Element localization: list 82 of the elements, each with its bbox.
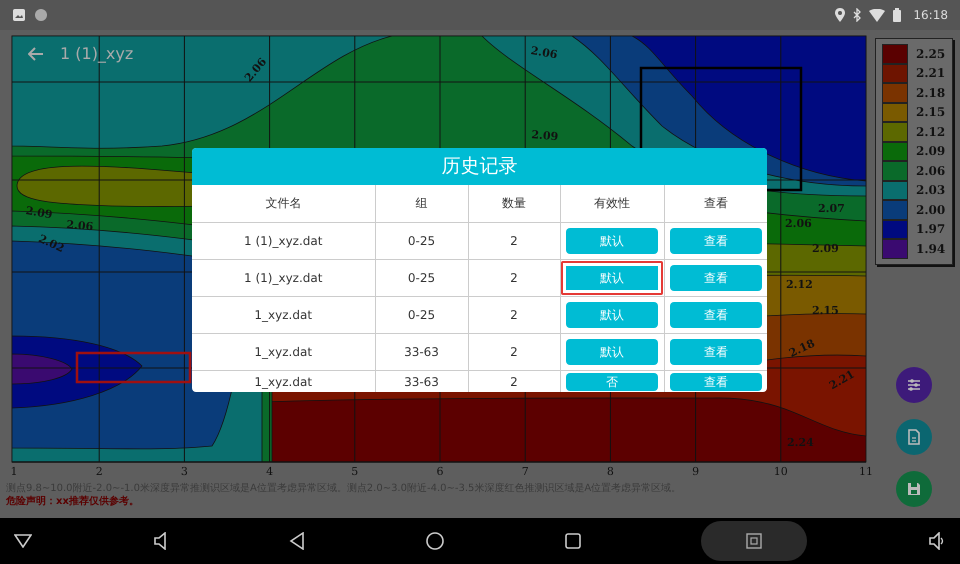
view-button[interactable]: 查看 (670, 372, 762, 390)
table-cell: 2 (468, 259, 560, 296)
legend-label: 2.18 (916, 84, 946, 102)
contour-label: 2.18 (787, 336, 817, 360)
view-button[interactable]: 查看 (670, 338, 762, 364)
screenshot-icon (746, 533, 762, 549)
back-icon[interactable] (289, 532, 306, 550)
contour-label: 2.09 (24, 204, 54, 222)
table-cell: 1 (1)_xyz.dat (192, 222, 375, 259)
battery-icon (893, 8, 902, 22)
contour-label: 2.09 (530, 128, 559, 144)
table-cell: 2 (468, 222, 560, 259)
contour-label: 2.07 (818, 202, 845, 215)
circle-icon (34, 8, 48, 22)
wifi-icon (869, 8, 886, 22)
sliders-icon (905, 376, 923, 394)
axis-tick-label: 9 (692, 465, 700, 478)
column-header: 数量 (468, 185, 560, 222)
axis-tick-label: 4 (266, 465, 274, 478)
screenshot-button[interactable] (701, 521, 808, 561)
validity-button[interactable]: 默认 (561, 260, 663, 294)
contour-label: 2.12 (786, 278, 813, 291)
adjust-button[interactable] (896, 367, 932, 403)
dropdown-triangle-icon[interactable] (14, 534, 32, 548)
clock-time: 16:18 (913, 7, 948, 24)
column-header: 查看 (664, 185, 767, 222)
view-button[interactable]: 查看 (670, 228, 762, 254)
file-button[interactable] (896, 419, 932, 455)
legend-label: 1.97 (916, 221, 946, 238)
legend-label: 2.12 (916, 124, 946, 141)
axis-tick-label: 5 (351, 465, 358, 478)
location-icon (835, 8, 846, 22)
view-button[interactable]: 查看 (670, 302, 762, 328)
contour-label: 2.06 (530, 44, 558, 62)
axis-tick-label: 7 (522, 465, 529, 478)
axis-tick-label: 1 (10, 465, 18, 478)
validity-button[interactable]: 默认 (566, 302, 658, 328)
validity-button[interactable]: 否 (566, 372, 658, 390)
column-header: 文件名 (192, 185, 375, 222)
table-cell: 1_xyz.dat (192, 333, 375, 370)
contour-label: 2.06 (785, 217, 812, 230)
legend-label: 2.00 (916, 202, 946, 219)
legend-label: 2.03 (916, 182, 946, 200)
validity-button[interactable]: 默认 (566, 228, 658, 254)
axis-tick-label: 3 (180, 465, 188, 478)
axis-tick-label: 11 (859, 465, 873, 478)
table-cell: 33-63 (375, 333, 468, 370)
axis-tick-label: 6 (436, 465, 444, 478)
table-cell: 0-25 (375, 259, 468, 296)
back-arrow-icon[interactable] (28, 47, 44, 61)
home-icon[interactable] (426, 532, 444, 550)
disclaimer-text: 危险声明：xx推荐仅供参考。 (6, 495, 140, 508)
volume-icon[interactable] (928, 532, 946, 550)
legend-label: 2.09 (916, 143, 946, 160)
save-icon (905, 480, 923, 498)
contour-label: 2.24 (787, 436, 814, 449)
legend-label: 1.94 (916, 240, 946, 258)
legend-label: 2.15 (916, 104, 946, 122)
table-cell: 1_xyz.dat (192, 296, 375, 333)
axis-tick-label: 8 (606, 465, 614, 478)
document-icon (905, 428, 923, 446)
column-header: 组 (375, 185, 468, 222)
table-cell: 1 (1)_xyz.dat (192, 259, 375, 296)
dialog-title: 历史记录 (192, 148, 767, 185)
contour-label: 2.09 (812, 242, 839, 255)
axis-tick-label: 2 (96, 465, 103, 478)
legend-label: 2.25 (916, 46, 946, 63)
recents-icon[interactable] (564, 533, 581, 549)
column-header: 有效性 (560, 185, 664, 222)
validity-button[interactable]: 默认 (566, 338, 658, 364)
speaker-icon[interactable] (152, 532, 169, 550)
table-cell: 2 (468, 296, 560, 333)
save-button[interactable] (896, 471, 932, 507)
legend-label: 2.21 (916, 65, 946, 82)
image-icon (12, 8, 26, 22)
legend-label: 2.06 (916, 162, 946, 180)
table-cell: 0-25 (375, 222, 468, 259)
view-button[interactable]: 查看 (670, 264, 762, 290)
table-cell: 2 (468, 333, 560, 370)
table-cell: 0-25 (375, 296, 468, 333)
axis-tick-label: 10 (774, 465, 788, 478)
bluetooth-icon (853, 8, 862, 22)
